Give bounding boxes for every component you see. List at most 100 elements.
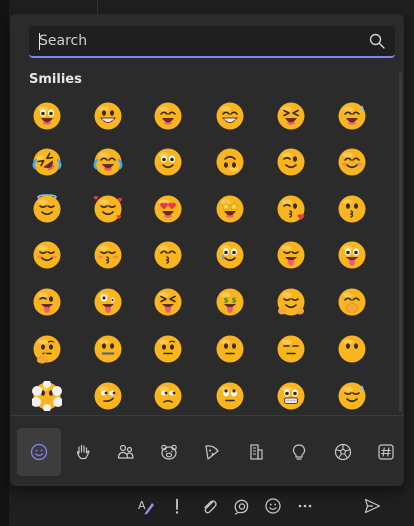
smiling-face-icon xyxy=(33,241,61,269)
soccer-ball-icon xyxy=(334,443,352,461)
emoji-kissing-face-smiling-eyes[interactable] xyxy=(148,235,188,275)
lightbulb-icon xyxy=(292,444,306,460)
emoji-smiling-face-open-hands[interactable] xyxy=(271,282,311,322)
attach-button[interactable] xyxy=(197,494,221,518)
emoji-unamused-face[interactable] xyxy=(148,376,188,414)
format-icon: A xyxy=(138,499,154,515)
category-tab-people[interactable] xyxy=(104,428,148,476)
category-tab-smilies[interactable] xyxy=(17,428,61,476)
emoji-slightly-smiling-face[interactable] xyxy=(148,142,188,182)
grinning-squinting-face-icon xyxy=(277,102,305,130)
face-rolling-eyes-icon xyxy=(216,382,244,410)
emoji-smiling-face-with-tear[interactable] xyxy=(210,235,250,275)
loop-button[interactable] xyxy=(229,494,253,518)
relieved-face-icon xyxy=(338,382,366,410)
hand-icon xyxy=(76,444,90,460)
search-box[interactable] xyxy=(29,26,395,58)
background-divider xyxy=(97,0,98,14)
star-struck-icon xyxy=(216,195,244,223)
category-tab-objects[interactable] xyxy=(277,428,321,476)
smirking-face-icon xyxy=(94,382,122,410)
category-tab-food[interactable] xyxy=(190,428,234,476)
emoji-face-savoring-food[interactable] xyxy=(271,235,311,275)
category-tab-travel-places[interactable] xyxy=(234,428,278,476)
section-title: Smilies xyxy=(29,72,82,87)
emoji-face-tears-of-joy[interactable] xyxy=(88,142,128,182)
category-divider xyxy=(10,415,404,416)
important-button[interactable] xyxy=(165,494,189,518)
face-raised-eyebrow-icon xyxy=(154,335,182,363)
emoji-grinning-squinting-face[interactable] xyxy=(271,96,311,136)
emoji-star-struck[interactable] xyxy=(210,189,250,229)
rolling-on-floor-laughing-icon xyxy=(32,148,62,176)
emoji-grinning-face-big-eyes[interactable] xyxy=(88,96,128,136)
face-savoring-food-icon xyxy=(277,241,305,269)
grimacing-face-icon xyxy=(277,382,305,410)
scrollbar[interactable] xyxy=(399,72,402,412)
smiling-face-open-hands-icon xyxy=(277,288,305,316)
emoji-money-mouth-face[interactable]: $ $ xyxy=(210,282,250,322)
emoji-smiling-face-smiling-eyes[interactable] xyxy=(332,142,372,182)
zany-face-icon xyxy=(94,288,122,316)
emoji-neutral-face[interactable] xyxy=(210,329,250,369)
winking-face-tongue-icon xyxy=(33,288,61,316)
emoji-relieved-face[interactable] xyxy=(332,376,372,414)
emoji-smiling-face-halo[interactable] xyxy=(27,189,67,229)
emoji-smiling-face-heart-eyes[interactable] xyxy=(148,189,188,229)
important-icon xyxy=(175,498,179,514)
category-tab-symbols[interactable] xyxy=(364,428,404,476)
pizza-icon xyxy=(205,445,219,460)
zipper-mouth-face-icon xyxy=(94,335,122,363)
kissing-face-closed-eyes-icon xyxy=(94,241,122,269)
emoji-face-raised-eyebrow[interactable] xyxy=(148,329,188,369)
emoji-smiling-face[interactable] xyxy=(27,235,67,275)
smiling-face-with-tear-icon xyxy=(216,241,244,269)
search-input[interactable] xyxy=(39,26,359,56)
more-button[interactable] xyxy=(293,494,317,518)
smiling-face-smiling-eyes-icon xyxy=(338,148,366,176)
emoji-zipper-mouth-face[interactable] xyxy=(88,329,128,369)
emoji-expressionless-face[interactable] xyxy=(271,329,311,369)
more-icon xyxy=(298,504,312,508)
kissing-face-icon xyxy=(338,195,366,223)
emoji-winking-face[interactable] xyxy=(271,142,311,182)
send-button[interactable] xyxy=(360,494,384,518)
emoji-grimacing-face[interactable] xyxy=(271,376,311,414)
category-tab-activities[interactable] xyxy=(321,428,365,476)
emoji-kissing-face[interactable] xyxy=(332,189,372,229)
svg-text:$: $ xyxy=(224,297,229,305)
emoji-winking-face-tongue[interactable] xyxy=(27,282,67,322)
emoji-face-hand-over-mouth[interactable] xyxy=(332,282,372,322)
emoji-upside-down-face[interactable] xyxy=(210,142,250,182)
search-icon[interactable] xyxy=(369,33,385,49)
emoji-squinting-face-tongue[interactable] xyxy=(148,282,188,322)
category-tab-hand-gestures[interactable] xyxy=(61,428,105,476)
emoji-icon xyxy=(265,498,281,514)
category-tab-animals[interactable] xyxy=(147,428,191,476)
face-hand-over-mouth-icon xyxy=(338,288,366,316)
format-button[interactable]: A xyxy=(134,494,158,518)
emoji-face-rolling-eyes[interactable] xyxy=(210,376,250,414)
smiling-face-hearts-icon xyxy=(93,195,123,223)
emoji-beaming-face[interactable] xyxy=(210,96,250,136)
emoji-face-blowing-kiss[interactable] xyxy=(271,189,311,229)
category-bar xyxy=(10,426,404,478)
emoji-grinning-face-sweat[interactable] xyxy=(332,96,372,136)
emoji-smirking-face[interactable] xyxy=(88,376,128,414)
emoji-face-in-clouds[interactable] xyxy=(27,376,67,414)
emoji-grinning-face[interactable] xyxy=(27,96,67,136)
emoji-button[interactable] xyxy=(261,494,285,518)
emoji-face-with-tongue[interactable] xyxy=(332,235,372,275)
emoji-grinning-face-smiling-eyes[interactable] xyxy=(148,96,188,136)
send-icon xyxy=(364,498,381,514)
winking-face-icon xyxy=(277,148,305,176)
people-icon xyxy=(117,444,134,459)
emoji-smiling-face-hearts[interactable] xyxy=(88,189,128,229)
svg-text:A: A xyxy=(138,499,146,512)
grinning-face-big-eyes-icon xyxy=(94,102,122,130)
emoji-zany-face[interactable] xyxy=(88,282,128,322)
emoji-face-without-mouth[interactable] xyxy=(332,329,372,369)
emoji-rolling-on-floor-laughing[interactable] xyxy=(27,142,67,182)
emoji-thinking-face[interactable] xyxy=(27,329,67,369)
emoji-kissing-face-closed-eyes[interactable] xyxy=(88,235,128,275)
